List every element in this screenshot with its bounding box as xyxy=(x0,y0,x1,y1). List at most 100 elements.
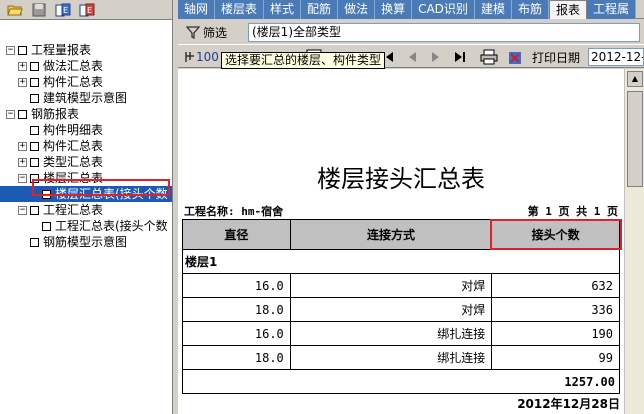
tab-cad-recognition[interactable]: CAD识别 xyxy=(412,0,475,19)
tree-item-method-summary[interactable]: + 做法汇总表 xyxy=(18,58,103,74)
filter-label: 筛选 xyxy=(203,25,228,40)
tree-item-label: 做法汇总表 xyxy=(43,59,104,73)
checkbox[interactable] xyxy=(30,237,39,247)
checkbox[interactable] xyxy=(30,205,39,215)
export-button[interactable] xyxy=(508,49,524,65)
checkbox[interactable] xyxy=(18,109,27,119)
filter-icon xyxy=(186,26,200,39)
tree-item-label: 钢筋报表 xyxy=(31,107,80,121)
column-header-diameter: 直径 xyxy=(182,219,291,250)
filter-button[interactable]: 筛选 xyxy=(186,24,227,41)
print-button[interactable] xyxy=(480,49,498,65)
checkbox[interactable] xyxy=(30,93,39,103)
project-name: 工程名称: hm-宿舍 xyxy=(184,205,284,218)
expand-icon[interactable]: + xyxy=(18,61,27,71)
checkbox[interactable] xyxy=(30,125,39,135)
tree-item-label: 构件汇总表 xyxy=(43,75,104,89)
printer-icon xyxy=(480,49,498,65)
checkbox[interactable] xyxy=(18,45,27,55)
tab-reports[interactable]: 报表 xyxy=(548,0,587,19)
cell-count: 99 xyxy=(491,345,620,370)
cell-diameter: 18.0 xyxy=(182,297,291,322)
module-tabs: 轴网 楼层表 样式 配筋 做法 换算 CAD识别 建模 布筋 报表 工程属 xyxy=(178,0,644,19)
column-highlight-box xyxy=(490,219,622,250)
report-tree: − 工程量报表 + 做法汇总表 + 构件汇总表 建筑模型示意图 − 钢筋报表 构件明细表… xyxy=(0,20,172,249)
cell-count: 632 xyxy=(491,273,620,298)
filter-bar: 筛选 (楼层1)全部类型 xyxy=(178,20,644,44)
checkbox[interactable] xyxy=(30,157,39,167)
last-page-button[interactable] xyxy=(454,49,466,65)
scroll-up-icon[interactable]: ▲ xyxy=(627,71,643,87)
cell-method: 对焊 xyxy=(289,297,493,322)
last-page-icon xyxy=(455,52,465,62)
checkbox[interactable] xyxy=(30,61,39,71)
cell-diameter: 18.0 xyxy=(182,345,291,370)
page-indicator: 第 1 页 共 1 页 xyxy=(527,205,618,218)
tab-floor-table[interactable]: 楼层表 xyxy=(215,0,265,19)
tab-axis-grid[interactable]: 轴网 xyxy=(178,0,216,19)
scroll-thumb[interactable] xyxy=(627,91,643,187)
tab-conversion[interactable]: 换算 xyxy=(375,0,413,19)
previous-page-button[interactable] xyxy=(406,49,418,65)
tree-item-component-summary[interactable]: + 构件汇总表 xyxy=(18,74,103,90)
tree-item-label: 工程汇总表(接头个数 xyxy=(55,219,168,233)
main-area: 轴网 楼层表 样式 配筋 做法 换算 CAD识别 建模 布筋 报表 工程属 筛选… xyxy=(178,0,644,414)
tab-method[interactable]: 做法 xyxy=(338,0,376,19)
tab-reinforcement[interactable]: 配筋 xyxy=(301,0,339,19)
cell-method: 绑扎连接 xyxy=(289,321,493,346)
table-row: 16.0 对焊 632 xyxy=(182,273,620,298)
tree-item-rebar-model[interactable]: 钢筋模型示意图 xyxy=(30,234,127,250)
expand-icon[interactable]: + xyxy=(18,157,27,167)
table-row: 16.0 绑扎连接 190 xyxy=(182,321,620,346)
tab-project[interactable]: 工程属 xyxy=(586,0,636,19)
tree-item-project-summary[interactable]: − 工程汇总表 xyxy=(18,202,103,218)
collapse-icon[interactable]: − xyxy=(18,205,27,215)
expand-icon[interactable]: + xyxy=(18,77,27,87)
report-title: 楼层接头汇总表 xyxy=(317,165,485,193)
save-icon[interactable] xyxy=(30,2,48,18)
tree-item-quantity-reports[interactable]: − 工程量报表 xyxy=(6,42,91,58)
open-folder-icon[interactable] xyxy=(6,2,24,18)
export-icon xyxy=(509,52,521,64)
tree-item-project-joint-summary[interactable]: 工程汇总表(接头个数 xyxy=(42,218,168,234)
vertical-scrollbar[interactable]: ▲ xyxy=(624,69,644,414)
tree-item-component-detail[interactable]: 构件明细表 xyxy=(30,122,103,138)
group-row: 楼层1 xyxy=(182,249,620,274)
previous-page-icon xyxy=(409,52,416,62)
tree-item-rebar-component-summary[interactable]: + 构件汇总表 xyxy=(18,138,103,154)
tree-item-label: 建筑模型示意图 xyxy=(43,91,128,105)
svg-text:E: E xyxy=(87,6,92,15)
tree-item-label: 类型汇总表 xyxy=(43,155,104,169)
tree-item-rebar-reports[interactable]: − 钢筋报表 xyxy=(6,106,79,122)
checkbox[interactable] xyxy=(42,221,51,231)
cell-diameter: 16.0 xyxy=(182,321,291,346)
table-row: 18.0 对焊 336 xyxy=(182,297,620,322)
app-window: E E − 工程量报表 + 做法汇总表 + 构件汇总表 建筑模型示意图 − 钢筋报表 xyxy=(0,0,644,414)
next-page-button[interactable] xyxy=(430,49,442,65)
tree-item-building-model[interactable]: 建筑模型示意图 xyxy=(30,90,127,106)
print-date-label: 打印日期 xyxy=(532,50,581,65)
zoom-icon xyxy=(185,52,194,62)
column-header-connection-method: 连接方式 xyxy=(289,219,493,250)
tab-rebar-layout[interactable]: 布筋 xyxy=(511,0,549,19)
tab-modeling[interactable]: 建模 xyxy=(474,0,512,19)
zoom-control[interactable]: 100 xyxy=(184,49,219,65)
tree-item-label: 工程汇总表 xyxy=(43,203,104,217)
collapse-icon[interactable]: − xyxy=(18,173,27,183)
tree-item-label: 钢筋模型示意图 xyxy=(43,235,128,249)
tab-style[interactable]: 样式 xyxy=(264,0,302,19)
print-date-field[interactable]: 2012-12-28 xyxy=(588,48,644,66)
checkbox[interactable] xyxy=(30,141,39,151)
zoom-value: 100 xyxy=(196,50,219,64)
checkbox[interactable] xyxy=(30,77,39,87)
table-row: 18.0 绑扎连接 99 xyxy=(182,345,620,370)
cell-count: 336 xyxy=(491,297,620,322)
export-excel-icon[interactable]: E xyxy=(54,2,72,18)
tree-item-type-summary[interactable]: + 类型汇总表 xyxy=(18,154,103,170)
collapse-icon[interactable]: − xyxy=(6,109,15,119)
expand-icon[interactable]: + xyxy=(18,141,27,151)
export-excel-settings-icon[interactable]: E xyxy=(78,2,96,18)
collapse-icon[interactable]: − xyxy=(6,45,15,55)
filter-selection-field[interactable]: (楼层1)全部类型 xyxy=(248,23,640,42)
cell-method: 对焊 xyxy=(289,273,493,298)
